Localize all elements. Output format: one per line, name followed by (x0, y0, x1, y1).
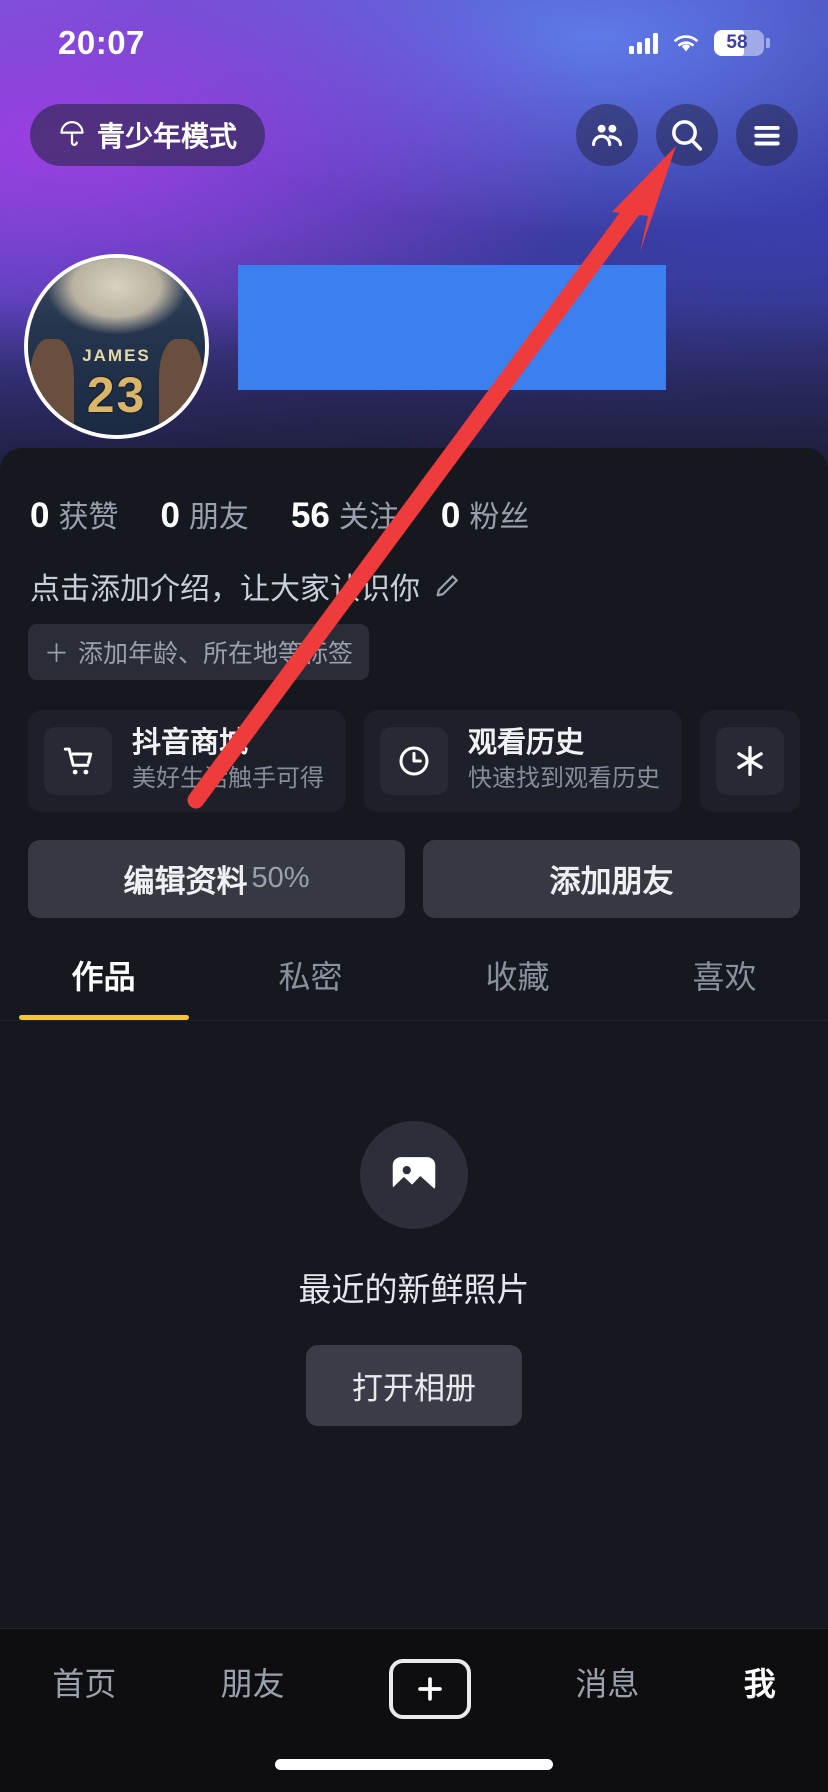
edit-profile-label: 编辑资料 (123, 864, 248, 900)
top-bar-icon-group (576, 104, 798, 166)
tab-label: 私密 (278, 958, 343, 995)
nav-messages[interactable]: 消息 (575, 1659, 639, 1705)
shortcut-card-subtitle: 美好生活触手可得 (132, 765, 324, 793)
photo-image-icon (360, 1120, 468, 1229)
stat-friends[interactable]: 0 朋友 (160, 492, 248, 536)
stat-following[interactable]: 56 关注 (291, 492, 399, 536)
teen-mode-label: 青少年模式 (97, 121, 238, 152)
nav-home[interactable]: 首页 (52, 1659, 116, 1705)
avatar-jersey-number: 23 (86, 367, 147, 423)
tab-liked[interactable]: 喜欢 (621, 952, 828, 1020)
sparkle-asterisk-icon (716, 726, 784, 795)
battery-percent-label: 58 (726, 32, 748, 53)
avatar[interactable]: JAMES 23 (24, 254, 209, 439)
add-tag-label: 添加年龄、所在地等标签 (78, 640, 354, 668)
plus-icon: ＋ (44, 640, 70, 668)
stat-value: 0 (30, 496, 50, 535)
stat-likes[interactable]: 0 获赞 (30, 492, 118, 536)
people-icon (591, 124, 623, 147)
tab-favorites[interactable]: 收藏 (414, 952, 621, 1020)
add-friend-label: 添加朋友 (549, 864, 674, 900)
action-buttons-row: 编辑资料 50% 添加朋友 (0, 812, 828, 918)
content-tabs: 作品 私密 收藏 喜欢 (0, 918, 828, 1020)
stat-followers[interactable]: 0 粉丝 (441, 492, 529, 536)
menu-button[interactable] (736, 104, 798, 166)
edit-profile-button[interactable]: 编辑资料 50% (28, 839, 405, 918)
empty-state-text: 最近的新鲜照片 (298, 1270, 530, 1308)
empty-state: 最近的新鲜照片 打开相册 (0, 1021, 828, 1426)
status-bar-indicators: 58 (629, 30, 770, 56)
battery-icon: 58 (714, 30, 770, 56)
open-album-button[interactable]: 打开相册 (306, 1344, 522, 1426)
tab-works[interactable]: 作品 (0, 952, 207, 1020)
shopping-cart-icon (44, 726, 112, 795)
stat-value: 56 (290, 496, 330, 535)
clock-icon (380, 726, 448, 795)
stat-value: 0 (440, 496, 461, 535)
shortcut-card-history[interactable]: 观看历史 快速找到观看历史 (364, 710, 682, 812)
profile-info-panel: 0 获赞 0 朋友 56 关注 0 粉丝 点击添加介绍，让大家认识你 ＋ 添加年… (0, 448, 828, 1628)
nav-friends[interactable]: 朋友 (221, 1659, 285, 1705)
bio-placeholder-text: 点击添加介绍，让大家认识你 (30, 573, 420, 606)
stat-label: 粉丝 (469, 501, 530, 534)
pencil-icon (436, 575, 458, 597)
search-icon (672, 120, 703, 151)
avatar-image: JAMES 23 (28, 258, 205, 435)
stat-value: 0 (160, 496, 180, 535)
home-indicator (275, 1759, 553, 1770)
tab-private[interactable]: 私密 (207, 952, 414, 1020)
shortcut-card-mall[interactable]: 抖音商城 美好生活触手可得 (28, 710, 346, 812)
hamburger-menu-icon (754, 125, 780, 146)
umbrella-shield-icon (60, 121, 84, 146)
tab-label: 喜欢 (692, 958, 757, 995)
bio-row[interactable]: 点击添加介绍，让大家认识你 (0, 536, 828, 608)
tab-label: 收藏 (485, 958, 550, 995)
add-tag-button[interactable]: ＋ 添加年龄、所在地等标签 (28, 624, 370, 680)
add-friend-button[interactable]: 添加朋友 (423, 839, 800, 918)
search-button[interactable] (656, 104, 718, 166)
stat-label: 获赞 (58, 501, 119, 534)
avatar-jersey-name: JAMES (82, 346, 151, 365)
cellular-signal-icon (629, 32, 658, 54)
status-bar: 20:07 58 (0, 0, 828, 86)
shortcut-card-extra[interactable] (700, 710, 800, 812)
shortcut-card-title: 抖音商城 (132, 727, 249, 759)
tab-label: 作品 (71, 958, 136, 995)
stats-row: 0 获赞 0 朋友 56 关注 0 粉丝 (0, 448, 828, 536)
tag-row: ＋ 添加年龄、所在地等标签 (0, 608, 828, 680)
stat-label: 关注 (338, 501, 399, 534)
nav-me[interactable]: 我 (744, 1659, 776, 1705)
teen-mode-button[interactable]: 青少年模式 (30, 104, 266, 166)
shortcut-card-subtitle: 快速找到观看历史 (468, 765, 660, 793)
username-redaction-block (238, 265, 666, 390)
shortcut-cards-row: 抖音商城 美好生活触手可得 观看历史 快速找到观看历史 (0, 680, 828, 812)
shortcut-card-title: 观看历史 (468, 727, 585, 759)
friends-button[interactable] (576, 104, 638, 166)
nav-create-button[interactable] (388, 1659, 471, 1719)
edit-profile-percent: 50% (251, 862, 310, 895)
wifi-icon (674, 35, 698, 52)
profile-top-bar: 青少年模式 (0, 100, 828, 170)
stat-label: 朋友 (188, 501, 249, 534)
status-bar-clock: 20:07 (58, 24, 145, 61)
phone-screen: 20:07 58 青少年模式 JAMES 23 0 获赞 0 朋友 56 关注 … (0, 0, 828, 1792)
plus-create-icon (418, 1677, 442, 1701)
